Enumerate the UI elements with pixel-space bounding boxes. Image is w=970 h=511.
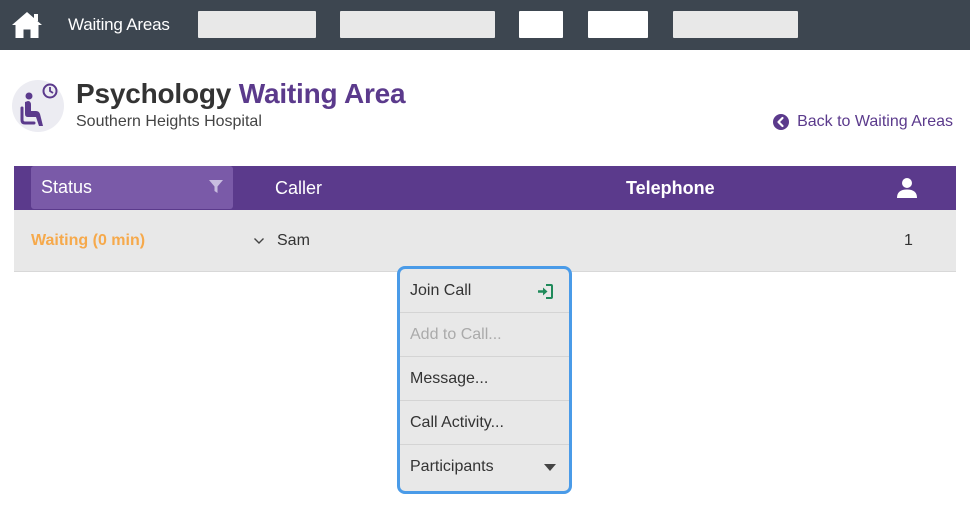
menu-item-label: Join Call — [410, 282, 472, 299]
status-column-label: Status — [41, 177, 93, 197]
row-caller: Sam — [277, 232, 310, 249]
telephone-column-header[interactable]: Telephone — [626, 166, 715, 210]
menu-item-label: Message... — [410, 370, 489, 387]
table-row[interactable]: Waiting (0 min) Sam 1 — [14, 210, 956, 272]
nav-waiting-areas-link[interactable]: Waiting Areas — [68, 0, 170, 50]
sign-in-icon — [538, 284, 553, 299]
menu-item-add-to-call[interactable]: Add to Call... — [400, 313, 569, 357]
nav-item-redacted-2[interactable] — [340, 11, 495, 38]
row-participant-count: 1 — [904, 232, 913, 249]
menu-item-join-call[interactable]: Join Call — [400, 269, 569, 313]
filter-icon — [209, 180, 223, 193]
back-link-label: Back to Waiting Areas — [797, 113, 953, 130]
menu-item-message[interactable]: Message... — [400, 357, 569, 401]
caller-actions-menu: Join Call Add to Call... Message... Call… — [397, 266, 572, 494]
nav-item-redacted-5[interactable] — [673, 11, 798, 38]
menu-item-call-activity[interactable]: Call Activity... — [400, 401, 569, 445]
table-header: Status Caller Telephone — [14, 166, 956, 210]
page-title-accent: Waiting Area — [238, 78, 406, 109]
top-nav-bar: Waiting Areas — [0, 0, 970, 50]
nav-item-redacted-3[interactable] — [519, 11, 563, 38]
menu-item-label: Participants — [410, 458, 494, 475]
menu-item-label: Add to Call... — [410, 326, 502, 343]
page-title-main: Psychology — [76, 78, 232, 109]
page-subtitle: Southern Heights Hospital — [76, 113, 262, 130]
caller-column-header[interactable]: Caller — [275, 166, 322, 210]
waiting-area-icon — [12, 80, 64, 132]
status-filter-button[interactable]: Status — [31, 166, 233, 209]
home-icon[interactable] — [10, 10, 44, 40]
nav-item-redacted-1[interactable] — [198, 11, 316, 38]
person-icon — [897, 178, 917, 198]
back-to-waiting-areas-link[interactable]: Back to Waiting Areas — [773, 113, 953, 131]
page-title: Psychology Waiting Area — [76, 78, 406, 110]
nav-item-redacted-4[interactable] — [588, 11, 648, 38]
menu-item-participants[interactable]: Participants — [400, 445, 569, 489]
menu-item-label: Call Activity... — [410, 414, 504, 431]
chevron-left-circle-icon — [773, 114, 790, 130]
caret-down-icon — [544, 464, 556, 471]
row-status: Waiting (0 min) — [31, 232, 146, 249]
chevron-down-icon[interactable] — [253, 236, 265, 246]
